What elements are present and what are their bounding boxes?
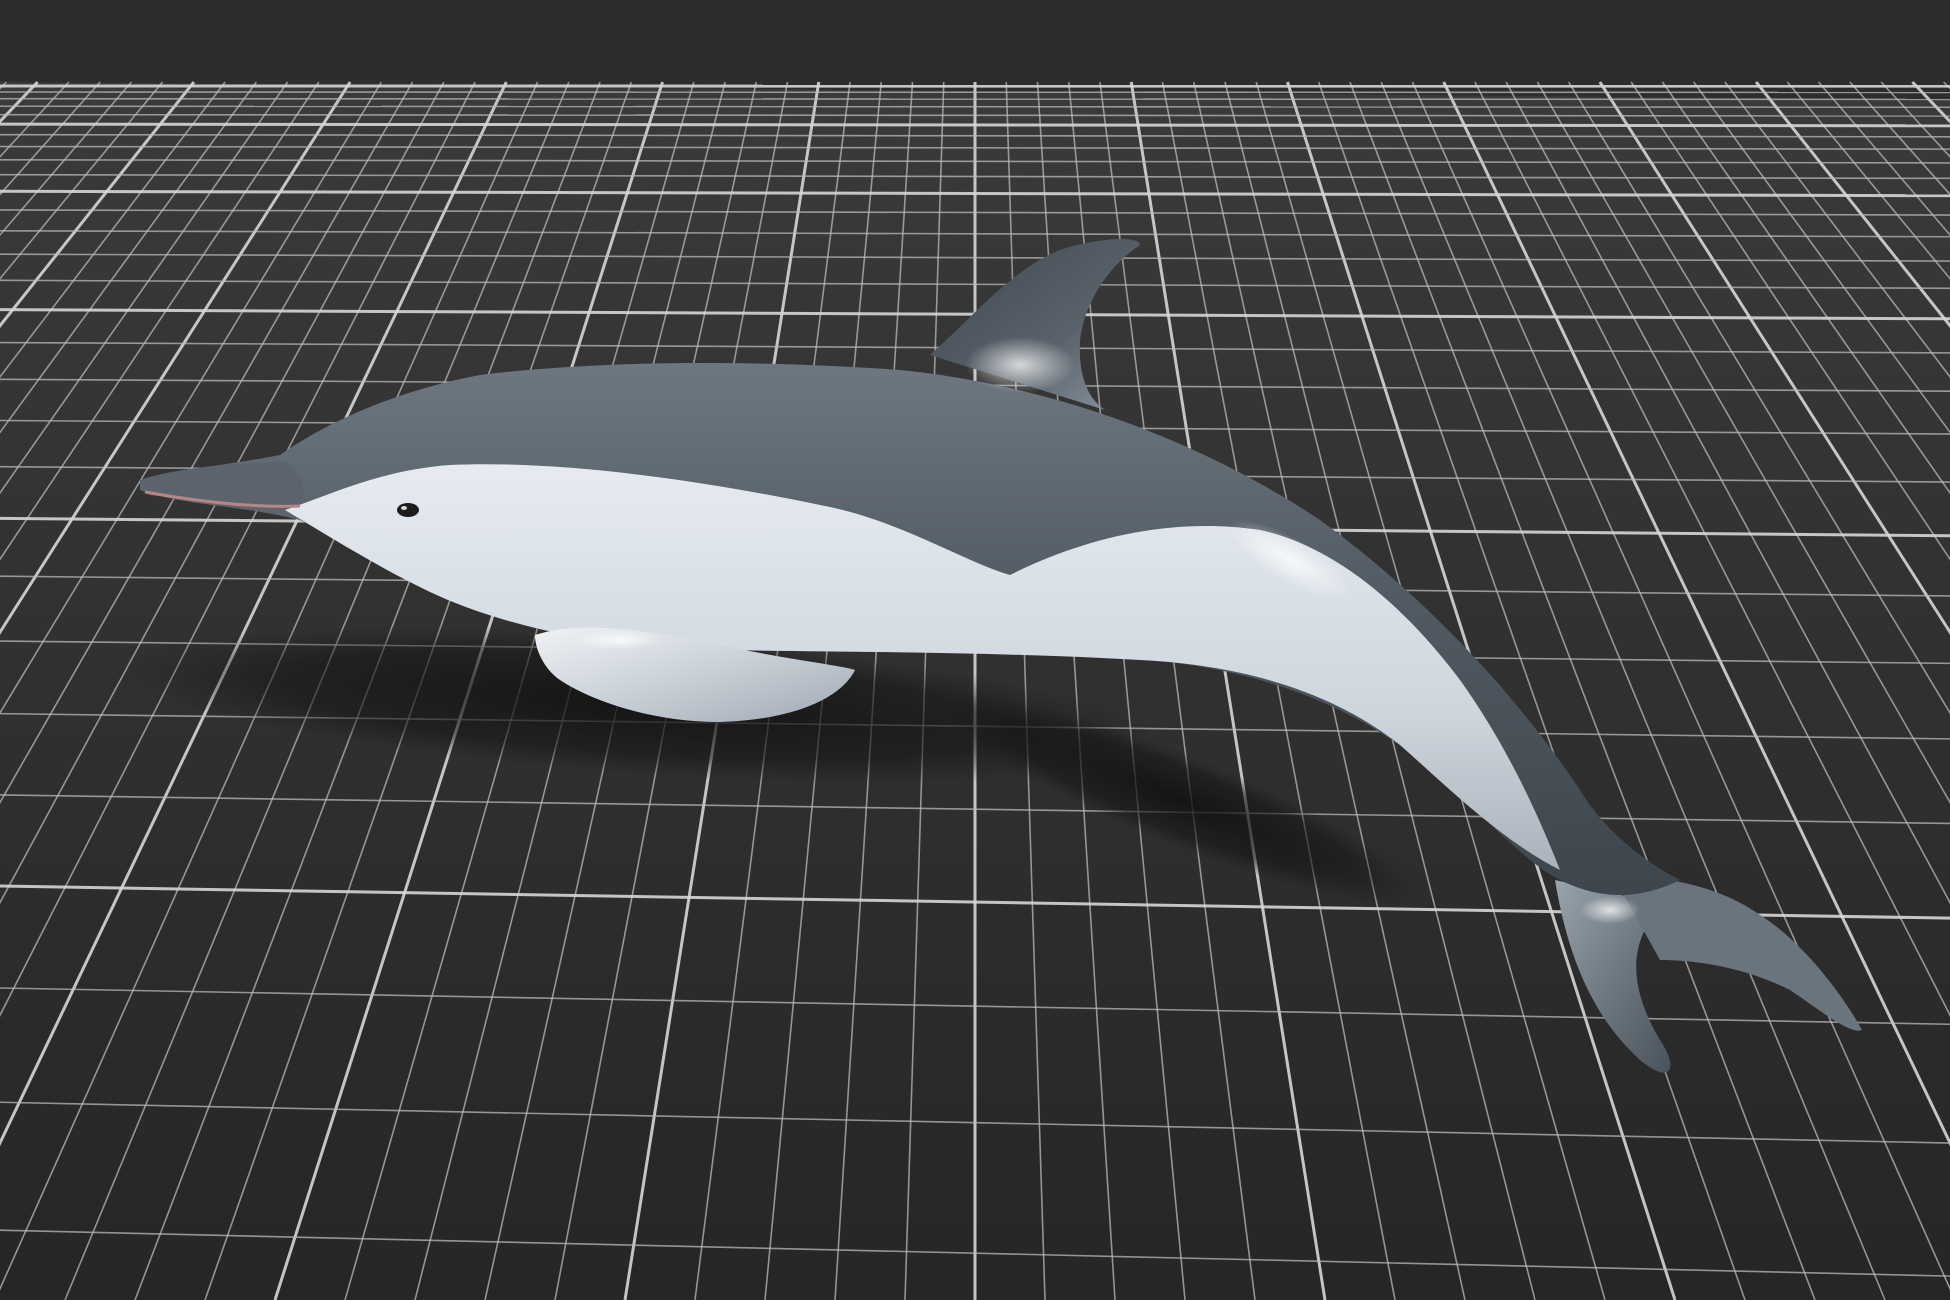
specular-highlight bbox=[575, 630, 665, 650]
specular-highlight bbox=[965, 337, 1075, 393]
grid-line bbox=[0, 97, 1950, 101]
grid-line bbox=[0, 105, 1950, 109]
eye-highlight bbox=[401, 506, 407, 510]
3d-viewport[interactable] bbox=[0, 0, 1950, 1300]
specular-highlight bbox=[1580, 896, 1640, 924]
grid-major-line bbox=[0, 122, 1950, 128]
dolphin-eye bbox=[397, 503, 419, 517]
viewport-canvas[interactable] bbox=[0, 0, 1950, 1300]
